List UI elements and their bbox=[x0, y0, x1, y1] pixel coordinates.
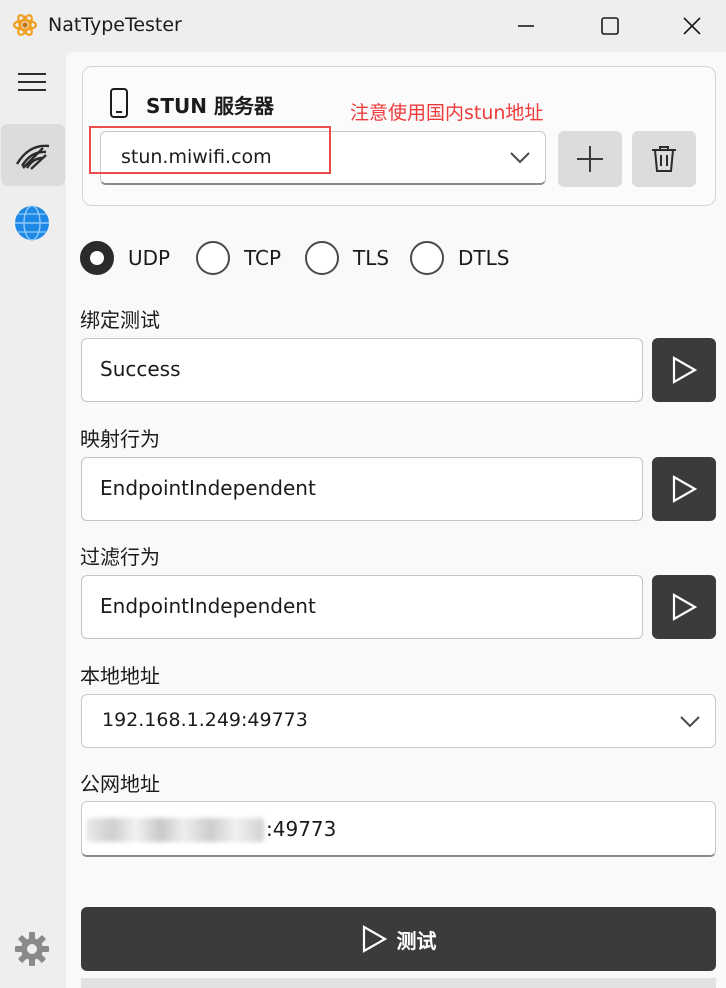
run-binding-test-button[interactable] bbox=[652, 338, 716, 402]
binding-test-label: 绑定测试 bbox=[80, 308, 160, 332]
annotation-note: 注意使用国内stun地址 bbox=[350, 102, 544, 124]
atom-icon bbox=[12, 14, 38, 36]
mobile-phone-icon bbox=[110, 88, 128, 118]
bottom-scroll-edge bbox=[81, 978, 716, 988]
gear-icon bbox=[15, 932, 49, 966]
filtering-behavior-label: 过滤行为 bbox=[80, 545, 160, 569]
filtering-behavior-value: EndpointIndependent bbox=[100, 594, 316, 618]
radio-dtls-label: DTLS bbox=[458, 246, 510, 270]
play-icon bbox=[672, 475, 697, 503]
nav-item-nat-test[interactable] bbox=[1, 124, 65, 186]
radio-dtls[interactable]: DTLS bbox=[410, 238, 509, 278]
radio-tcp[interactable]: TCP bbox=[196, 238, 281, 278]
local-address-label: 本地地址 bbox=[80, 664, 160, 688]
navigation-sidebar bbox=[0, 52, 66, 988]
nav-item-network[interactable] bbox=[0, 192, 64, 254]
local-address-combobox[interactable]: 192.168.1.249:49773 bbox=[81, 694, 716, 748]
redacted-address-blur bbox=[86, 818, 264, 842]
public-address-value: :49773 bbox=[266, 817, 337, 841]
mapping-behavior-result[interactable]: EndpointIndependent bbox=[81, 457, 643, 521]
stun-card-title: STUN 服务器 bbox=[146, 94, 274, 118]
minimize-button[interactable] bbox=[486, 0, 566, 52]
maximize-icon bbox=[601, 17, 619, 35]
public-address-field[interactable]: :49773 bbox=[81, 801, 716, 857]
close-icon bbox=[683, 17, 701, 35]
minimize-icon bbox=[518, 25, 534, 27]
local-address-value: 192.168.1.249:49773 bbox=[102, 709, 308, 731]
play-icon bbox=[672, 593, 697, 621]
chevron-down-icon bbox=[510, 152, 530, 164]
mapping-behavior-label: 映射行为 bbox=[80, 427, 160, 451]
radio-tcp-label: TCP bbox=[244, 246, 282, 270]
radio-tls[interactable]: TLS bbox=[305, 238, 389, 278]
radio-tcp-indicator bbox=[196, 241, 230, 275]
chevron-down-icon bbox=[680, 716, 700, 728]
radio-tls-label: TLS bbox=[353, 246, 390, 270]
radio-udp-label: UDP bbox=[128, 246, 171, 270]
delete-server-button[interactable] bbox=[632, 131, 696, 187]
nav-item-settings[interactable] bbox=[0, 918, 64, 980]
plus-icon bbox=[577, 146, 603, 172]
filtering-behavior-result[interactable]: EndpointIndependent bbox=[81, 575, 643, 639]
radio-udp-indicator bbox=[80, 241, 114, 275]
wifi-signal-icon bbox=[15, 144, 50, 170]
public-address-label: 公网地址 bbox=[80, 772, 160, 796]
close-button[interactable] bbox=[652, 0, 726, 52]
run-filtering-test-button[interactable] bbox=[652, 575, 716, 639]
binding-test-value: Success bbox=[100, 357, 181, 381]
run-mapping-test-button[interactable] bbox=[652, 457, 716, 521]
menu-toggle-button[interactable] bbox=[14, 66, 50, 98]
radio-dtls-indicator bbox=[410, 241, 444, 275]
play-icon bbox=[672, 356, 697, 384]
stun-server-value: stun.miwifi.com bbox=[121, 146, 272, 168]
add-server-button[interactable] bbox=[558, 131, 622, 187]
window-title: NatTypeTester bbox=[48, 14, 182, 36]
title-bar: NatTypeTester bbox=[0, 0, 726, 52]
hamburger-icon bbox=[18, 73, 46, 91]
run-test-label: 测试 bbox=[396, 928, 437, 953]
mapping-behavior-value: EndpointIndependent bbox=[100, 476, 316, 500]
play-icon bbox=[362, 925, 387, 953]
globe-icon bbox=[15, 205, 49, 241]
maximize-button[interactable] bbox=[570, 0, 650, 52]
radio-udp[interactable]: UDP bbox=[80, 238, 170, 278]
radio-tls-indicator bbox=[305, 241, 339, 275]
binding-test-result[interactable]: Success bbox=[81, 338, 643, 402]
run-test-button[interactable]: 测试 bbox=[81, 907, 716, 971]
trash-icon bbox=[652, 146, 676, 172]
stun-server-combobox[interactable]: stun.miwifi.com bbox=[100, 131, 546, 185]
